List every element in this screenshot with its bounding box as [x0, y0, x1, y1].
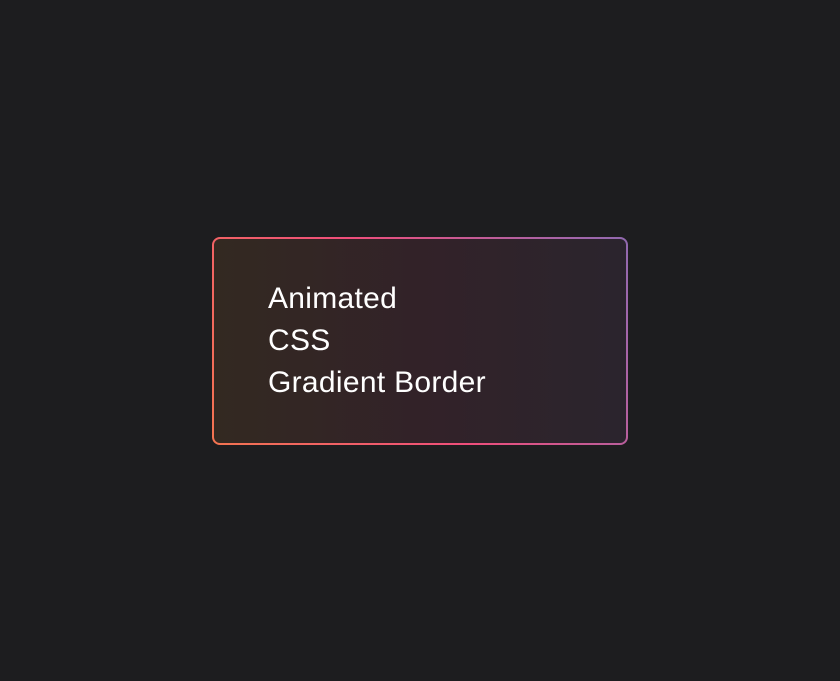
card-content: Animated CSS Gradient Border — [214, 239, 626, 443]
card-line-2: CSS — [268, 320, 626, 362]
card-line-1: Animated — [268, 278, 626, 320]
card-line-3: Gradient Border — [268, 362, 626, 404]
gradient-border-card: Animated CSS Gradient Border — [212, 237, 628, 445]
